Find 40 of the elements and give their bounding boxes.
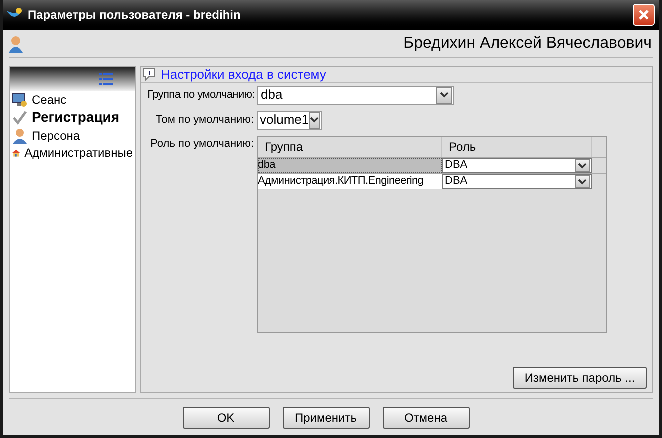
table-row[interactable]: Администрация.КИТП.Engineering DBA xyxy=(258,173,606,189)
role-select[interactable]: DBA xyxy=(442,174,592,189)
sidebar-item[interactable]: Регистрация xyxy=(10,108,135,127)
dialog-button[interactable]: OK xyxy=(182,407,270,429)
field-label: Группа по умолчанию: xyxy=(146,88,256,103)
caret-icon xyxy=(310,117,320,123)
column-header[interactable]: Группа xyxy=(258,137,442,157)
list-icon xyxy=(99,73,113,85)
table-cell: dba xyxy=(258,158,442,173)
checkmark-icon xyxy=(12,110,28,126)
window-title: Параметры пользователя - bredihin xyxy=(28,7,242,24)
field-label: Том по умолчанию: xyxy=(154,112,255,128)
table-row[interactable]: dba DBA xyxy=(258,157,606,173)
dropdown-button[interactable] xyxy=(309,112,320,128)
sidebar-item[interactable]: Административные xyxy=(10,144,135,161)
change-password-button[interactable]: Изменить пароль ... xyxy=(513,367,647,389)
user-icon xyxy=(9,34,23,52)
section-title: Настройки входа в систему xyxy=(161,66,326,84)
monitor-icon xyxy=(12,92,28,108)
role-select[interactable]: DBA xyxy=(442,158,592,173)
group-select[interactable]: dba xyxy=(257,86,454,104)
dropdown-button[interactable] xyxy=(436,86,452,104)
user-icon xyxy=(12,128,28,144)
dropdown-button[interactable] xyxy=(575,159,590,172)
dropdown-button[interactable] xyxy=(575,175,590,188)
column-header[interactable]: Роль xyxy=(442,137,592,157)
volume-select[interactable]: volume1 xyxy=(257,110,322,130)
close-button[interactable] xyxy=(633,4,655,26)
table-cell: Администрация.КИТП.Engineering xyxy=(258,174,442,189)
caret-icon xyxy=(578,178,587,184)
dialog-button[interactable]: Отмена xyxy=(382,407,470,429)
close-icon xyxy=(638,9,650,21)
user-name: Бредихин Алексей Вячеславович xyxy=(404,34,653,54)
caret-icon xyxy=(440,92,448,98)
field-label: Роль по умолчанию: xyxy=(150,137,255,152)
sidebar-item[interactable]: Сеанс xyxy=(10,91,135,108)
sidebar-item[interactable]: Персона xyxy=(10,127,135,144)
dialog-button[interactable]: Применить xyxy=(282,407,370,429)
caret-icon xyxy=(578,162,587,168)
info-icon xyxy=(143,68,156,81)
